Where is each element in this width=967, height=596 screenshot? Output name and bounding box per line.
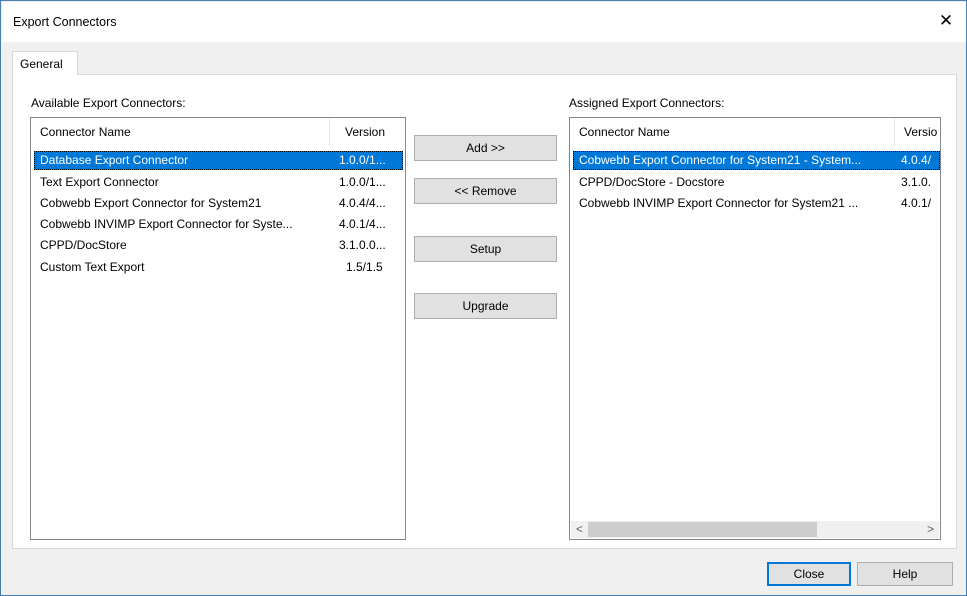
available-row-2[interactable]: Cobwebb Export Connector for System21 4.… — [34, 194, 403, 213]
close-button[interactable]: Close — [767, 562, 851, 586]
assigned-col-separator[interactable] — [894, 118, 895, 146]
available-row-4[interactable]: CPPD/DocStore 3.1.0.0... — [34, 236, 403, 255]
scrollbar-thumb[interactable] — [588, 522, 817, 537]
available-row-3[interactable]: Cobwebb INVIMP Export Connector for Syst… — [34, 215, 403, 234]
available-row-name: Cobwebb Export Connector for System21 — [40, 196, 262, 210]
available-row-name: Text Export Connector — [40, 175, 159, 189]
available-row-name: CPPD/DocStore — [40, 238, 127, 252]
setup-button[interactable]: Setup — [414, 236, 557, 262]
assigned-row-name: Cobwebb INVIMP Export Connector for Syst… — [579, 196, 859, 210]
available-row-version: 4.0.1/4... — [339, 217, 386, 231]
close-icon[interactable]: ✕ — [936, 11, 956, 31]
available-col-version[interactable]: Version — [345, 118, 405, 146]
export-connectors-dialog: Export Connectors ✕ General Available Ex… — [0, 0, 967, 596]
tab-general[interactable]: General — [12, 51, 78, 75]
help-button[interactable]: Help — [857, 562, 953, 586]
assigned-col-version[interactable]: Versio — [904, 118, 940, 146]
scroll-left-icon[interactable]: < — [571, 521, 588, 538]
assigned-row-name: Cobwebb Export Connector for System21 - … — [579, 153, 862, 167]
available-col-connector-name[interactable]: Connector Name — [40, 118, 330, 146]
add-button[interactable]: Add >> — [414, 135, 557, 161]
assigned-row-name: CPPD/DocStore - Docstore — [579, 175, 725, 189]
assigned-connectors-list[interactable]: Connector Name Versio Cobwebb Export Con… — [569, 117, 941, 540]
assigned-row-version: 4.0.4/ — [901, 153, 932, 167]
available-connectors-list[interactable]: Connector Name Version Database Export C… — [30, 117, 406, 540]
assigned-row-0[interactable]: Cobwebb Export Connector for System21 - … — [573, 151, 940, 170]
available-row-name: Database Export Connector — [40, 153, 189, 167]
available-row-version: 3.1.0.0... — [339, 238, 386, 252]
assigned-row-version: 4.0.1/ — [901, 196, 932, 210]
upgrade-button[interactable]: Upgrade — [414, 293, 557, 319]
assigned-col-connector-name[interactable]: Connector Name — [579, 118, 889, 146]
assigned-row-2[interactable]: Cobwebb INVIMP Export Connector for Syst… — [573, 194, 940, 213]
scroll-right-icon[interactable]: > — [922, 521, 939, 538]
available-row-version: 1.5/1.5 — [346, 260, 383, 274]
remove-button[interactable]: << Remove — [414, 178, 557, 204]
assigned-horizontal-scrollbar[interactable]: < > — [571, 521, 939, 538]
window-title: Export Connectors — [13, 15, 117, 29]
available-row-0[interactable]: Database Export Connector 1.0.0/1... — [34, 151, 403, 170]
available-row-version: 1.0.0/1... — [339, 175, 386, 189]
available-connectors-label: Available Export Connectors: — [31, 96, 186, 110]
available-row-1[interactable]: Text Export Connector 1.0.0/1... — [34, 173, 403, 192]
tab-general-label: General — [20, 57, 63, 71]
available-row-name: Custom Text Export — [40, 260, 145, 274]
available-col-separator[interactable] — [329, 118, 330, 146]
available-row-name: Cobwebb INVIMP Export Connector for Syst… — [40, 217, 293, 231]
general-tab-panel: Available Export Connectors: Connector N… — [12, 74, 957, 549]
available-row-5[interactable]: Custom Text Export 1.5/1.5 — [34, 258, 403, 277]
available-row-version: 4.0.4/4... — [339, 196, 386, 210]
assigned-row-1[interactable]: CPPD/DocStore - Docstore 3.1.0. — [573, 173, 940, 192]
assigned-row-version: 3.1.0. — [901, 175, 932, 189]
available-row-version: 1.0.0/1... — [339, 153, 386, 167]
title-bar: Export Connectors ✕ — [2, 2, 966, 42]
assigned-connectors-label: Assigned Export Connectors: — [569, 96, 725, 110]
